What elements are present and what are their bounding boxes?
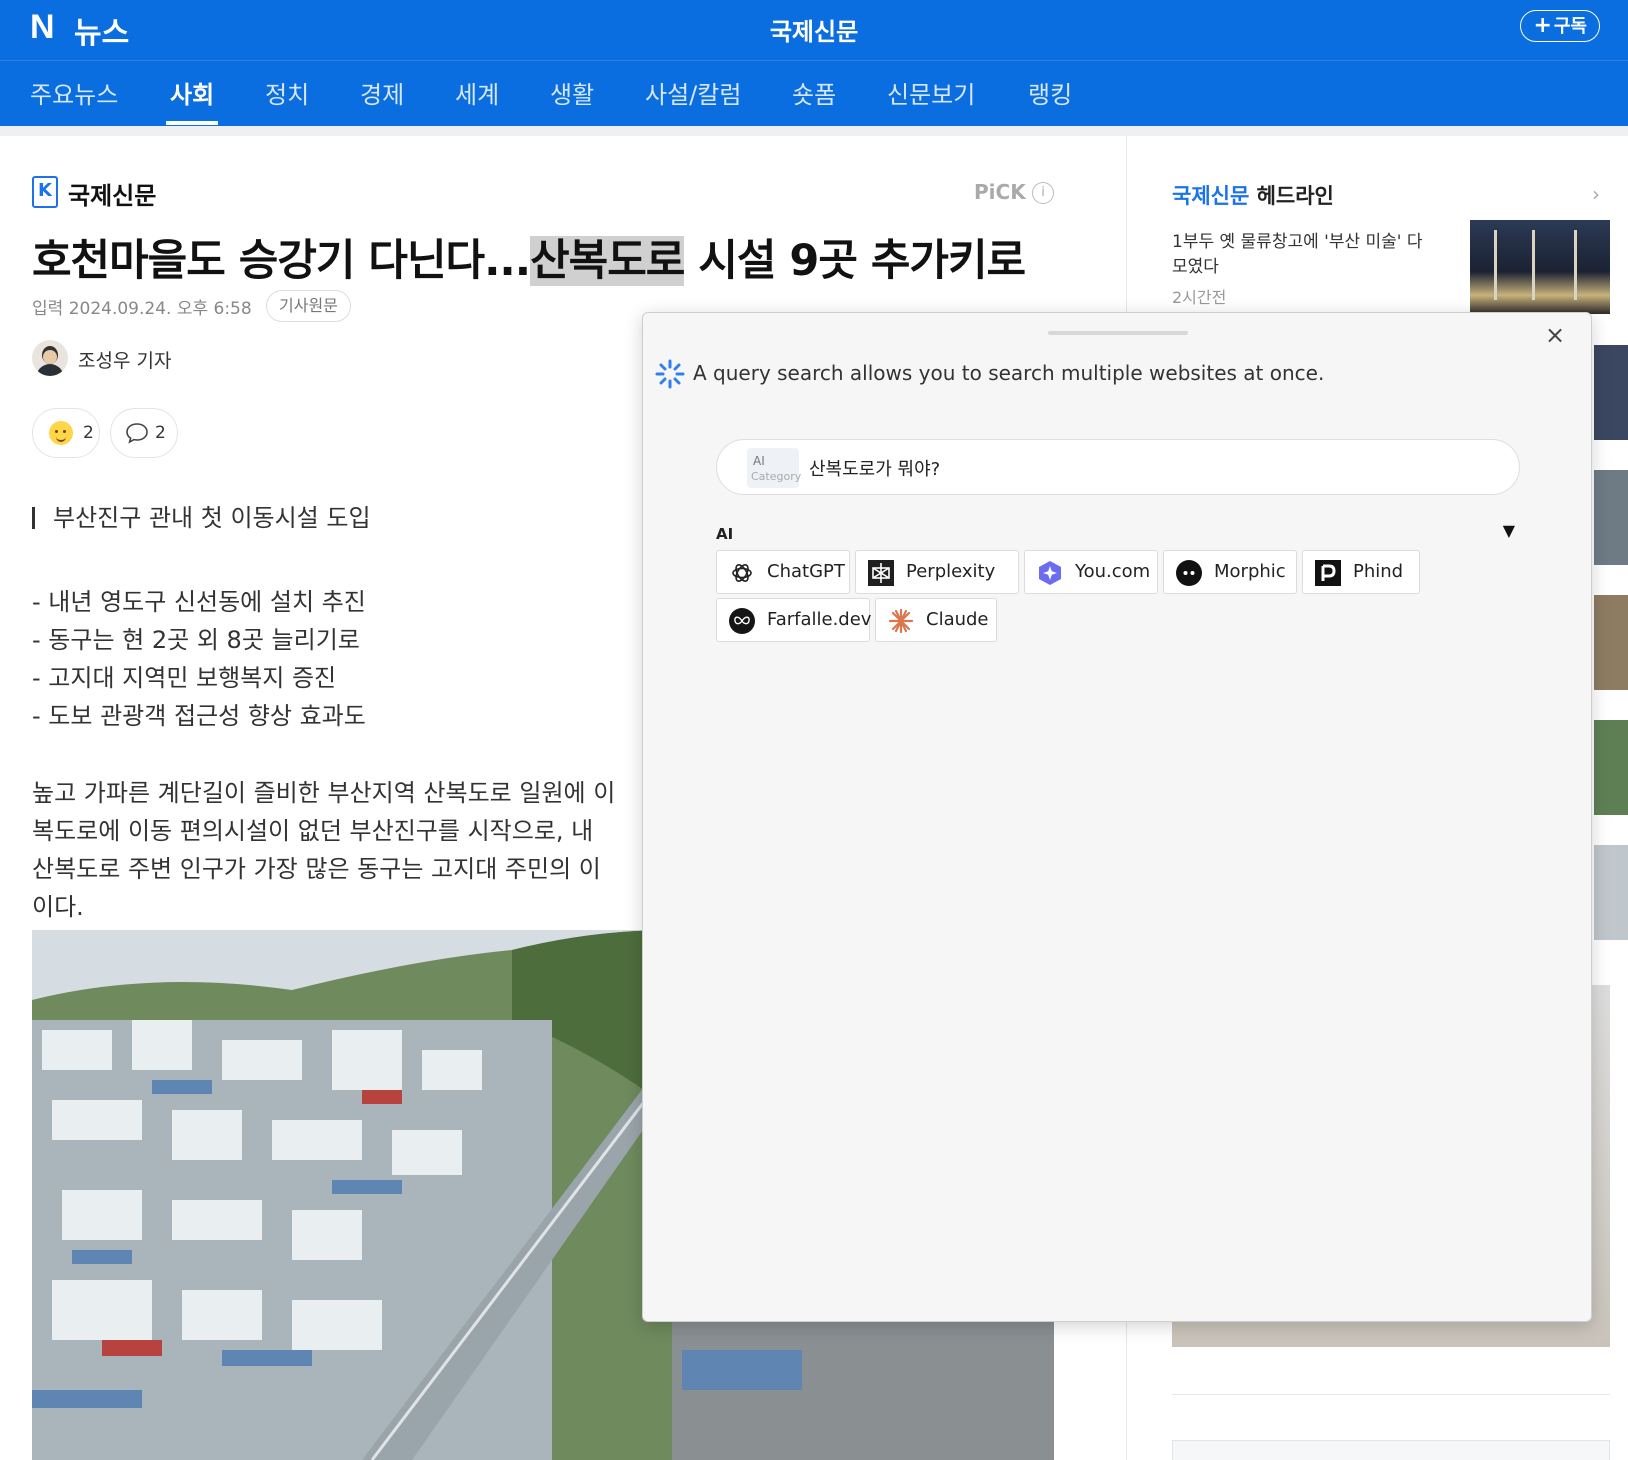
category-selector[interactable]: AI Category <box>747 448 802 488</box>
reaction-count: 2 <box>83 423 94 443</box>
reporter-name[interactable]: 조성우 기자 <box>78 346 171 373</box>
nav-item-newspaper[interactable]: 신문보기 <box>887 75 975 125</box>
news-section-link[interactable]: 뉴스 <box>74 8 129 52</box>
engine-farfalle[interactable]: Farfalle.dev <box>716 598 872 642</box>
info-icon[interactable]: i <box>1032 182 1054 204</box>
nav-item-life[interactable]: 생활 <box>550 75 594 125</box>
sidebar-press-name: 국제신문 <box>1172 184 1250 208</box>
panel-message: A query search allows you to search mult… <box>693 361 1325 385</box>
nav-item-society[interactable]: 사회 <box>165 75 219 125</box>
sidebar-thumbnail[interactable] <box>1594 345 1628 440</box>
reporter-avatar[interactable] <box>32 340 68 376</box>
category-label: Category <box>751 470 802 483</box>
engine-youcom[interactable]: You.com <box>1024 550 1158 594</box>
spinner-sparkle-icon <box>655 359 685 389</box>
nav-item-opinion[interactable]: 사설/칼럼 <box>645 75 741 125</box>
date-label: 입력 <box>32 299 64 319</box>
article-headline: 호천마을도 승강기 다닌다...산복도로 시설 9곳 추가키로 <box>32 226 1092 288</box>
header-divider <box>0 126 1628 136</box>
plus-icon: + <box>1533 13 1552 38</box>
sidebar-thumbnail[interactable] <box>1594 470 1628 565</box>
engine-label: Phind <box>1353 561 1404 582</box>
press-title: 국제신문 <box>769 18 859 46</box>
article-subhead: 부산진구 관내 첫 이동시설 도입 <box>32 498 371 533</box>
nav-item-world[interactable]: 세계 <box>455 75 499 125</box>
engine-label: Morphic <box>1214 561 1286 582</box>
engine-label: ChatGPT <box>767 561 845 582</box>
engine-group-label: AI <box>716 525 734 543</box>
pick-label: PiCK <box>974 180 1026 204</box>
engine-label: Claude <box>926 609 989 630</box>
sidebar-title-suffix: 헤드라인 <box>1249 184 1334 208</box>
comment-count: 2 <box>155 423 166 443</box>
sidebar-headline-title[interactable]: 국제신문 헤드라인 <box>1172 180 1334 210</box>
drag-handle[interactable] <box>1048 331 1188 335</box>
summary-bullet: - 도보 관광객 접근성 향상 효과도 <box>32 702 366 730</box>
query-search-box[interactable]: AI Category <box>716 439 1520 495</box>
nav-item-shortform[interactable]: 숏폼 <box>792 75 836 125</box>
smile-emoji-icon <box>49 421 73 445</box>
claude-icon <box>888 608 914 634</box>
sidebar-article-thumbnail[interactable] <box>1470 220 1610 314</box>
headline-part-1: 호천마을도 승강기 다닌다... <box>32 236 531 286</box>
engine-morphic[interactable]: Morphic <box>1163 550 1297 594</box>
chatgpt-icon <box>732 564 752 582</box>
summary-bullet: - 동구는 현 2곳 외 8곳 늘리기로 <box>32 626 360 654</box>
chevron-right-icon[interactable]: › <box>1592 182 1600 206</box>
subscribe-button[interactable]: + 구독 <box>1520 10 1600 42</box>
headline-highlight: 산복도로 <box>530 236 685 286</box>
summary-bullet: - 고지대 지역민 보행복지 증진 <box>32 664 337 692</box>
reaction-button[interactable]: 2 <box>32 408 100 458</box>
nav-item-main[interactable]: 주요뉴스 <box>30 75 118 125</box>
close-icon[interactable]: × <box>1543 323 1567 347</box>
sidebar-thumbnail[interactable] <box>1594 595 1628 690</box>
headline-part-2: 시설 9곳 추가키로 <box>684 236 1026 286</box>
perplexity-icon <box>868 560 894 586</box>
engine-chatgpt[interactable]: ChatGPT <box>716 550 850 594</box>
summary-bullet: - 내년 영도구 신선동에 설치 추진 <box>32 588 366 616</box>
subscribe-label: 구독 <box>1553 16 1587 37</box>
sidebar-divider <box>1172 1394 1610 1395</box>
subhead-text: 부산진구 관내 첫 이동시설 도입 <box>53 504 371 532</box>
press-name[interactable]: 국제신문 <box>68 176 156 211</box>
date-value: 2024.09.24. 오후 6:58 <box>68 299 252 319</box>
engine-phind[interactable]: Phind <box>1302 550 1420 594</box>
sidebar-thumbnail[interactable] <box>1594 845 1628 940</box>
nav-item-politics[interactable]: 정치 <box>265 75 309 125</box>
category-value: AI <box>753 454 765 468</box>
article-body: 높고 가파른 계단길이 즐비한 부산지역 산복도로 일원에 이 복도로에 이동 … <box>32 774 652 934</box>
naver-logo[interactable]: N <box>30 8 55 47</box>
comment-bubble-icon <box>126 423 148 444</box>
top-header: N 뉴스 국제신문 + 구독 <box>0 0 1628 60</box>
engine-label: You.com <box>1075 561 1151 582</box>
body-line: 복도로에 이동 편의시설이 없던 부산진구를 시작으로, 내 <box>32 817 594 845</box>
body-line: 높고 가파른 계단길이 즐비한 부산지역 산복도로 일원에 이 <box>32 779 616 807</box>
sidebar-thumbnail[interactable] <box>1594 720 1628 815</box>
nav-item-economy[interactable]: 경제 <box>360 75 404 125</box>
category-nav: 주요뉴스 사회 정치 경제 세계 생활 사설/칼럼 숏폼 신문보기 랭킹 <box>0 60 1628 126</box>
phind-icon <box>1315 560 1341 586</box>
query-search-panel: × A query search allows you to search mu… <box>642 312 1592 1322</box>
press-logo-icon[interactable] <box>32 176 58 208</box>
youcom-icon <box>1039 561 1061 585</box>
original-article-button[interactable]: 기사원문 <box>266 290 351 322</box>
farfalle-icon <box>729 608 755 634</box>
engine-perplexity[interactable]: Perplexity AI <box>855 550 1019 624</box>
engine-claude[interactable]: Claude <box>875 598 997 642</box>
morphic-icon <box>1176 560 1202 586</box>
comment-button[interactable]: 2 <box>110 408 178 458</box>
sidebar-article-time: 2시간전 <box>1172 288 1227 307</box>
sidebar-next-card[interactable] <box>1172 1440 1610 1460</box>
body-line: 산복도로 주변 인구가 가장 많은 동구는 고지대 주민의 이 <box>32 855 601 883</box>
nav-item-ranking[interactable]: 랭킹 <box>1028 75 1072 125</box>
article-date: 입력 2024.09.24. 오후 6:58 <box>32 294 252 319</box>
engine-label: Farfalle.dev <box>767 609 872 630</box>
collapse-toggle-icon[interactable]: ▼ <box>1503 521 1515 540</box>
sidebar-article-title[interactable]: 1부두 옛 물류창고에 '부산 미술' 다 모였다 <box>1172 230 1442 280</box>
query-input[interactable] <box>809 455 1489 481</box>
body-line: 이다. <box>32 893 84 921</box>
